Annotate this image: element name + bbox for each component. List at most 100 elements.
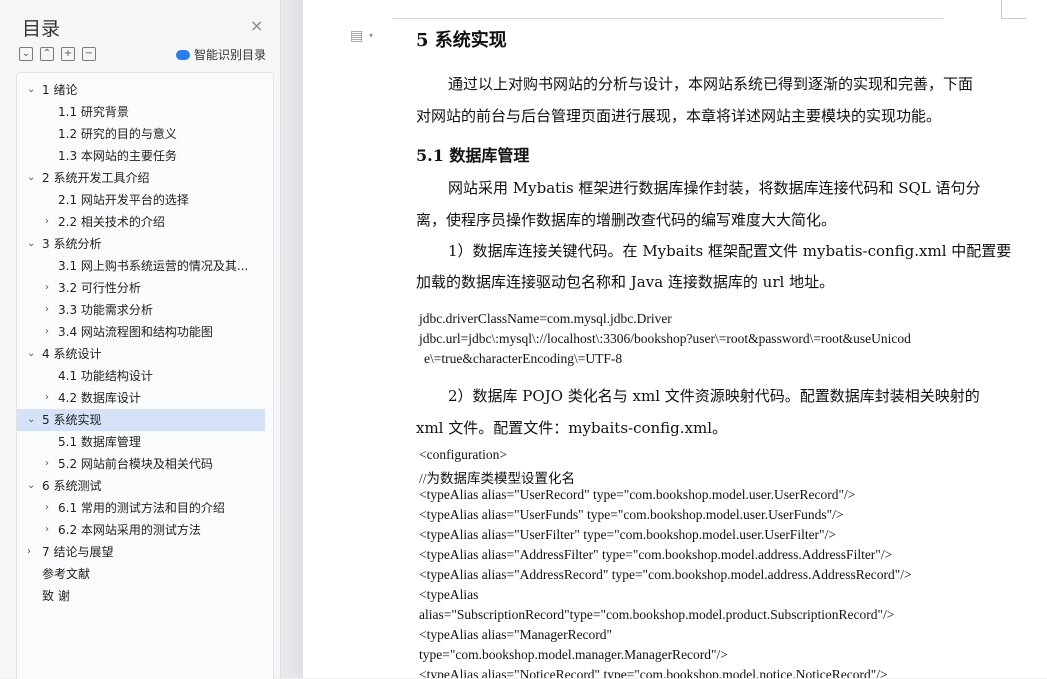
toc-item[interactable]: 1.1 研究背景 [17, 101, 265, 123]
intro-line-1: 通过以上对购书网站的分析与设计，本网站系统已得到逐渐的实现和完善，下面 [448, 75, 974, 93]
xml-line: //为数据库类模型设置化名 [419, 471, 576, 486]
toc-item-label: 1 绪论 [42, 83, 78, 97]
chevron-down-icon[interactable]: ⌄ [27, 409, 35, 425]
intro-line-2: 对网站的前台与后台管理页面进行展现，本章将详述网站主要模块的实现功能。 [416, 107, 942, 125]
chevron-right-icon[interactable]: › [45, 299, 53, 315]
page-corner-mark [1001, 0, 1026, 19]
chevron-right-icon[interactable]: › [45, 211, 53, 227]
smart-toc-button[interactable]: 智能识别目录 [176, 46, 266, 63]
page-gutter [281, 0, 303, 678]
xml-line: type="com.bookshop.model.manager.Manager… [419, 647, 728, 662]
toc-item-label: 5.1 数据库管理 [58, 435, 141, 449]
xml-line: <typeAlias alias="UserFunds" type="com.b… [419, 507, 844, 522]
code-line-1: jdbc.driverClassName=com.mysql.jdbc.Driv… [419, 311, 672, 326]
toc-item-label: 3 系统分析 [42, 237, 102, 251]
chevron-right-icon[interactable]: › [45, 387, 53, 403]
chevron-down-icon[interactable]: ⌄ [27, 167, 35, 183]
toc-item-label: 6.1 常用的测试方法和目的介绍 [58, 501, 225, 515]
close-icon[interactable]: × [250, 16, 263, 35]
chevron-right-icon[interactable]: › [45, 277, 53, 293]
toc-item[interactable]: ⌄ 3 系统分析 [17, 233, 265, 255]
xml-line: <typeAlias alias="NoticeRecord" type="co… [419, 667, 888, 678]
toc-item-label: 5.2 网站前台模块及相关代码 [58, 457, 213, 471]
toc-item-label: 1.2 研究的目的与意义 [58, 127, 177, 141]
toc-item[interactable]: › 3.3 功能需求分析 [17, 299, 265, 321]
toc-item[interactable]: 致 谢 [17, 585, 265, 607]
remove-heading-button[interactable]: − [82, 47, 96, 61]
toc-item[interactable]: ⌄ 1 绪论 [17, 79, 265, 101]
toc-item-label: 2.2 相关技术的介绍 [58, 215, 165, 229]
toc-item[interactable]: › 3.2 可行性分析 [17, 277, 265, 299]
p2-line-2: 加载的数据库连接驱动包名称和 Java 连接数据库的 url 地址。 [416, 273, 835, 291]
xml-line: <typeAlias alias="UserFilter" type="com.… [419, 527, 836, 542]
toc-item-label: 1.3 本网站的主要任务 [58, 149, 177, 163]
toc-item[interactable]: 5.1 数据库管理 [17, 431, 265, 453]
p3-line-2: xml 文件。配置文件：mybaits-config.xml。 [416, 419, 728, 437]
toc-item[interactable]: ⌄ 6 系统测试 [17, 475, 265, 497]
toc-item-label: 7 结论与展望 [42, 545, 114, 559]
page-header-line [393, 0, 943, 19]
toc-item-label: 3.1 网上购书系统运营的情况及其... [58, 259, 249, 273]
toc-item-label: 6 系统测试 [42, 479, 102, 493]
chapter-heading: 5 系统实现 [416, 30, 507, 51]
document-page: ▤ ▾ 5 系统实现 通过以上对购书网站的分析与设计，本网站系统已得到逐渐的实现… [303, 0, 1047, 678]
document-icon[interactable]: ▤ [350, 28, 363, 44]
toc-item-label: 2.1 网站开发平台的选择 [58, 193, 189, 207]
expand-all-button[interactable]: ⌄ [19, 47, 33, 61]
smart-toc-label: 智能识别目录 [194, 48, 267, 62]
toc-item-label: 4.2 数据库设计 [58, 391, 141, 405]
toc-item[interactable]: ⌄ 2 系统开发工具介绍 [17, 167, 265, 189]
toc-item[interactable]: › 3.4 网站流程图和结构功能图 [17, 321, 265, 343]
toc-item[interactable]: 3.1 网上购书系统运营的情况及其... [17, 255, 265, 277]
p3-line-1: 2）数据库 POJO 类化名与 xml 文件资源映射代码。配置数据库封装相关映射… [448, 387, 980, 405]
xml-line: <typeAlias [419, 587, 479, 602]
toc-item-label: 5 系统实现 [42, 413, 102, 427]
sidebar-title: 目录 [22, 18, 61, 40]
chevron-down-icon[interactable]: ⌄ [27, 475, 35, 491]
chevron-down-icon[interactable]: ▾ [369, 31, 373, 40]
toc-item[interactable]: ⌄ 4 系统设计 [17, 343, 265, 365]
toc-item[interactable]: 1.2 研究的目的与意义 [17, 123, 265, 145]
toc-item-label: 参考文献 [42, 567, 91, 581]
toc-item-label: 4 系统设计 [42, 347, 102, 361]
toc-toolbar: ⌄ ⌃ + − [19, 47, 96, 61]
xml-line: <typeAlias alias="AddressFilter" type="c… [419, 547, 893, 562]
toc-item-label: 3.3 功能需求分析 [58, 303, 153, 317]
chevron-right-icon[interactable]: › [45, 497, 53, 513]
xml-line: alias="SubscriptionRecord"type="com.book… [419, 607, 895, 622]
toc-item[interactable]: › 5.2 网站前台模块及相关代码 [17, 453, 265, 475]
toc-item[interactable]: › 7 结论与展望 [17, 541, 265, 563]
toc-item[interactable]: › 2.2 相关技术的介绍 [17, 211, 265, 233]
add-heading-button[interactable]: + [61, 47, 75, 61]
collapse-all-button[interactable]: ⌃ [40, 47, 54, 61]
chevron-down-icon[interactable]: ⌄ [27, 233, 35, 249]
toc-item[interactable]: 2.1 网站开发平台的选择 [17, 189, 265, 211]
toc-item-label: 3.4 网站流程图和结构功能图 [58, 325, 213, 339]
toc-item-label: 4.1 功能结构设计 [58, 369, 153, 383]
toc-item[interactable]: › 6.2 本网站采用的测试方法 [17, 519, 265, 541]
section-heading: 5.1 数据库管理 [416, 146, 530, 165]
xml-line: <configuration> [419, 447, 507, 462]
p2-line-1: 1）数据库连接关键代码。在 Mybaits 框架配置文件 mybatis-con… [448, 242, 1012, 260]
chevron-down-icon[interactable]: ⌄ [27, 79, 35, 95]
toc-item[interactable]: › 6.1 常用的测试方法和目的介绍 [17, 497, 265, 519]
toc-item[interactable]: 1.3 本网站的主要任务 [17, 145, 265, 167]
toc-sidebar: 目录 × ⌄ ⌃ + − 智能识别目录 ⌄ 1 绪论 1.1 研究背景 1.2 研究的… [0, 0, 281, 679]
chevron-down-icon[interactable]: ⌄ [27, 343, 35, 359]
chevron-right-icon[interactable]: › [45, 453, 53, 469]
toc-item[interactable]: 参考文献 [17, 563, 265, 585]
toc-item[interactable]: ⌄ 5 系统实现 [17, 409, 265, 431]
p1-line-2: 离，使程序员操作数据库的增删改查代码的编写难度大大简化。 [416, 211, 837, 229]
xml-line: <typeAlias alias="ManagerRecord" [419, 627, 613, 642]
xml-line: <typeAlias alias="UserRecord" type="com.… [419, 487, 856, 502]
toc-item-label: 3.2 可行性分析 [58, 281, 141, 295]
toc-item[interactable]: › 4.2 数据库设计 [17, 387, 265, 409]
chevron-right-icon[interactable]: › [27, 541, 35, 557]
toc-item[interactable]: 4.1 功能结构设计 [17, 365, 265, 387]
chevron-right-icon[interactable]: › [45, 519, 53, 535]
p1-line-1: 网站采用 Mybatis 框架进行数据库操作封装，将数据库连接代码和 SQL 语… [448, 179, 981, 197]
toc-panel: ⌄ 1 绪论 1.1 研究背景 1.2 研究的目的与意义 1.3 本网站的主要任务 ⌄ 2 … [16, 72, 274, 679]
xml-line: <typeAlias alias="AddressRecord" type="c… [419, 567, 912, 582]
code-line-3: e\=true&characterEncoding\=UTF-8 [424, 351, 623, 366]
chevron-right-icon[interactable]: › [45, 321, 53, 337]
